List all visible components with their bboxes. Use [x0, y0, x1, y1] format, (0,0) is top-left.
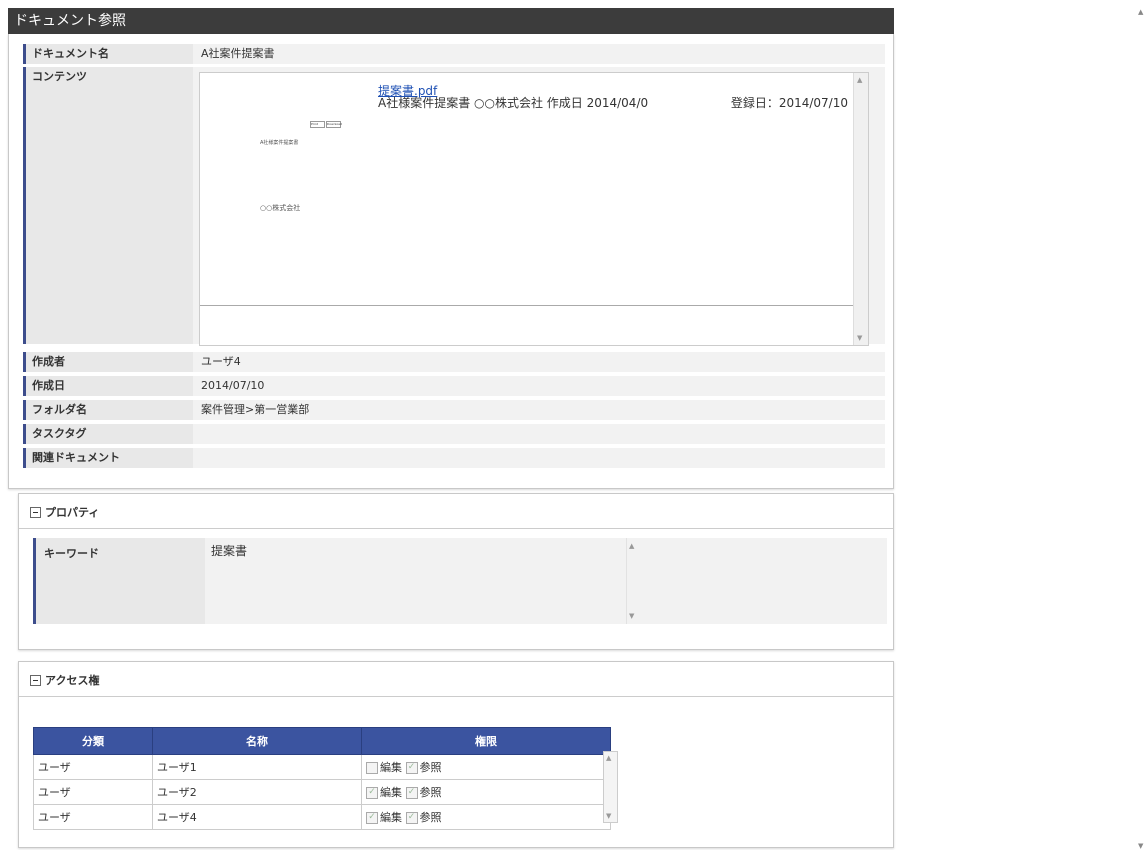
property-panel: プロパティ キーワード 提案書 ▲ ▼: [18, 493, 894, 650]
cell-name: ユーザ4: [152, 804, 362, 830]
row-document-name: ドキュメント名 A社案件提案書: [23, 44, 885, 64]
cell-permission: 編集 ✓ 参照: [361, 754, 611, 780]
row-folder: フォルダ名 案件管理>第一営業部: [23, 400, 885, 420]
document-panel: ドキュメント名 A社案件提案書 コンテンツ 提案書.pdf A社様案件提案書 ○…: [8, 34, 894, 489]
property-title: プロパティ: [45, 506, 100, 519]
content-scrollbar[interactable]: ▲ ▼: [853, 73, 868, 345]
label-content: コンテンツ: [23, 67, 193, 344]
thumbnail-buttons: Print Download: [310, 115, 342, 128]
row-author: 作成者 ユーザ4: [23, 352, 885, 372]
edit-checkbox[interactable]: [366, 762, 378, 774]
col-name: 名称: [152, 727, 362, 755]
access-header[interactable]: アクセス権: [19, 662, 893, 697]
thumb-download-button[interactable]: Download: [326, 121, 342, 128]
scroll-up-icon[interactable]: ▲: [606, 754, 611, 762]
scroll-down-icon[interactable]: ▼: [629, 612, 634, 620]
keyword-value: 提案書: [211, 544, 248, 558]
table-scrollbar[interactable]: ▲ ▼: [603, 751, 618, 823]
row-related-docs: 関連ドキュメント: [23, 448, 885, 468]
pdf-description: A社様案件提案書 ○○株式会社 作成日 2014/04/0: [378, 96, 649, 110]
scroll-up-icon[interactable]: ▲: [629, 542, 634, 550]
pdf-registered-date: 登録日：2014/07/10: [730, 96, 848, 110]
label-document-name: ドキュメント名: [23, 44, 193, 64]
access-title: アクセス権: [45, 674, 100, 687]
col-permission: 権限: [361, 727, 611, 755]
view-checkbox[interactable]: ✓: [405, 762, 418, 774]
label-keyword: キーワード: [33, 538, 205, 624]
row-task-tag: タスクタグ: [23, 424, 885, 444]
collapse-icon[interactable]: [30, 675, 41, 686]
collapse-icon[interactable]: [30, 507, 41, 518]
label-related-docs: 関連ドキュメント: [23, 448, 193, 468]
content-viewer[interactable]: 提案書.pdf A社様案件提案書 ○○株式会社 作成日 2014/04/0 登録…: [199, 72, 869, 346]
edit-label: 編集: [380, 761, 402, 774]
cell-type: ユーザ: [33, 779, 153, 805]
label-created: 作成日: [23, 376, 193, 396]
cell-type: ユーザ: [33, 754, 153, 780]
thumb-print-button[interactable]: Print: [310, 121, 325, 128]
access-table: 分類 名称 権限 ユーザ ユーザ1 編集 ✓ 参照 ユーザ ユーザ2 ✓ 編集 …: [33, 727, 611, 830]
scroll-up-icon[interactable]: ▲: [1138, 8, 1143, 16]
view-label: 参照: [419, 786, 442, 799]
scroll-down-icon[interactable]: ▼: [857, 334, 862, 342]
cell-permission: ✓ 編集 ✓ 参照: [361, 804, 611, 830]
value-created: 2014/07/10: [201, 379, 265, 392]
table-row: ユーザ ユーザ1 編集 ✓ 参照: [33, 754, 611, 780]
keyword-textarea[interactable]: 提案書 ▲ ▼: [207, 538, 639, 624]
view-label: 参照: [419, 811, 442, 824]
scroll-down-icon[interactable]: ▼: [1138, 842, 1143, 850]
scroll-up-icon[interactable]: ▲: [857, 76, 862, 84]
table-row: ユーザ ユーザ4 ✓ 編集 ✓ 参照: [33, 804, 611, 830]
edit-label: 編集: [380, 786, 402, 799]
label-author: 作成者: [23, 352, 193, 372]
access-panel: アクセス権 分類 名称 権限 ユーザ ユーザ1 編集 ✓ 参照 ユーザ ユーザ2…: [18, 661, 894, 848]
label-folder: フォルダ名: [23, 400, 193, 420]
value-document-name: A社案件提案書: [201, 47, 275, 60]
cell-name: ユーザ1: [152, 754, 362, 780]
col-type: 分類: [33, 727, 153, 755]
view-checkbox[interactable]: ✓: [405, 787, 418, 799]
keyword-scrollbar[interactable]: ▲ ▼: [626, 538, 639, 624]
scroll-down-icon[interactable]: ▼: [606, 812, 611, 820]
cell-type: ユーザ: [33, 804, 153, 830]
pdf-preview: 提案書.pdf A社様案件提案書 ○○株式会社 作成日 2014/04/0 登録…: [200, 73, 866, 306]
row-created: 作成日 2014/07/10: [23, 376, 885, 396]
page-frame: ドキュメント参照 ドキュメント名 A社案件提案書 コンテンツ 提案書.pdf A…: [8, 8, 894, 850]
property-header[interactable]: プロパティ: [19, 494, 893, 529]
page-scrollbar[interactable]: ▲ ▼: [1138, 8, 1146, 850]
thumbnail-company: ○○株式会社: [260, 204, 301, 212]
page-title: ドキュメント参照: [8, 8, 894, 34]
view-label: 参照: [419, 761, 442, 774]
value-author: ユーザ4: [201, 355, 241, 368]
edit-label: 編集: [380, 811, 402, 824]
label-task-tag: タスクタグ: [23, 424, 193, 444]
value-folder: 案件管理>第一営業部: [201, 403, 310, 416]
edit-checkbox[interactable]: ✓: [366, 787, 378, 799]
thumbnail-title: A社様案件提案書: [260, 140, 299, 146]
cell-permission: ✓ 編集 ✓ 参照: [361, 779, 611, 805]
row-keyword: キーワード 提案書 ▲ ▼: [33, 538, 887, 624]
table-row: ユーザ ユーザ2 ✓ 編集 ✓ 参照: [33, 779, 611, 805]
view-checkbox[interactable]: ✓: [405, 812, 418, 824]
edit-checkbox[interactable]: ✓: [366, 812, 378, 824]
cell-name: ユーザ2: [152, 779, 362, 805]
